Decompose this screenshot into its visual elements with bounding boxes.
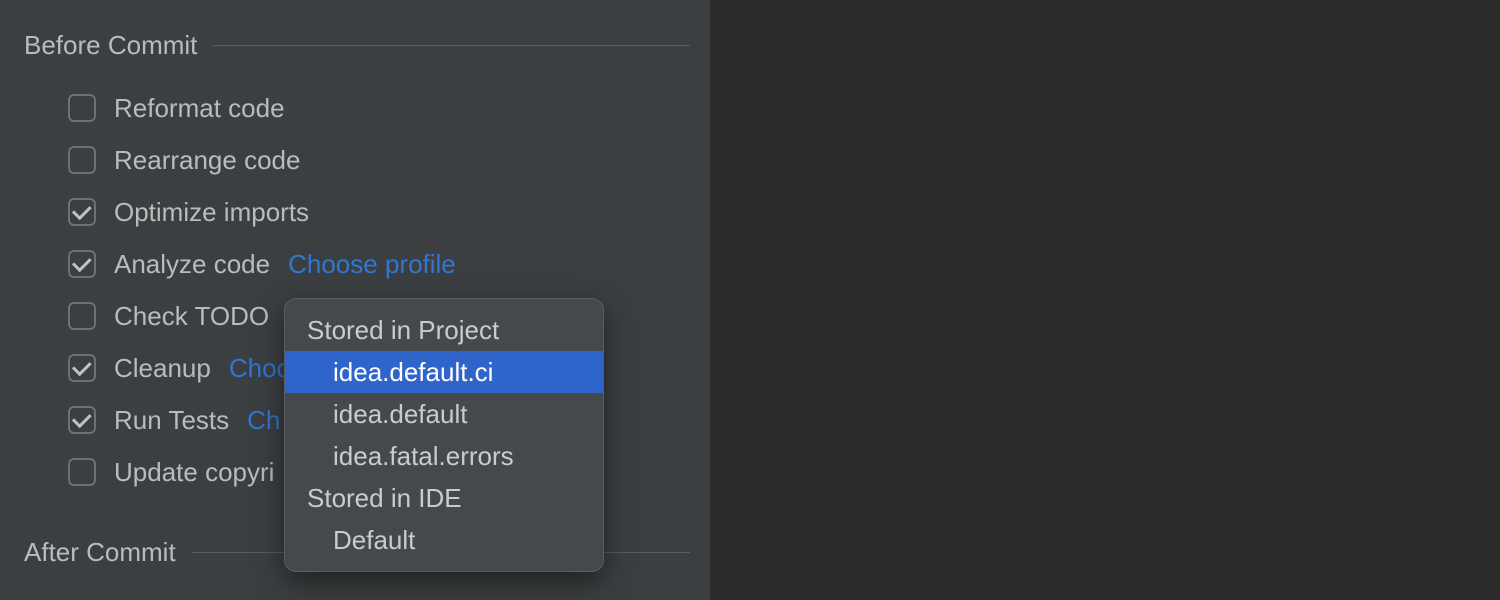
analyze-code-choose-profile-link[interactable]: Choose profile	[288, 249, 456, 280]
option-rearrange-code[interactable]: Rearrange code	[68, 145, 710, 175]
section-before-commit-label: Before Commit	[24, 30, 197, 61]
run-tests-choose-link[interactable]: Ch	[247, 405, 280, 436]
popup-item-idea-fatal-errors[interactable]: idea.fatal.errors	[285, 435, 603, 477]
popup-group-header-project: Stored in Project	[285, 309, 603, 351]
cleanup-choose-link[interactable]: Choo	[229, 353, 291, 384]
checkbox-analyze-code[interactable]	[68, 250, 96, 278]
option-reformat-code[interactable]: Reformat code	[68, 93, 710, 123]
option-label: Analyze code	[114, 249, 270, 280]
before-commit-panel: Before Commit Reformat code Rearrange co…	[0, 0, 710, 600]
popup-item-default[interactable]: Default	[285, 519, 603, 561]
divider	[213, 45, 690, 46]
option-label: Reformat code	[114, 93, 285, 124]
checkbox-run-tests[interactable]	[68, 406, 96, 434]
right-empty-panel	[710, 0, 1500, 600]
checkbox-check-todo[interactable]	[68, 302, 96, 330]
option-label: Cleanup	[114, 353, 211, 384]
section-after-commit-label: After Commit	[24, 537, 176, 568]
popup-item-idea-default-ci[interactable]: idea.default.ci	[285, 351, 603, 393]
popup-group-header-ide: Stored in IDE	[285, 477, 603, 519]
checkbox-optimize-imports[interactable]	[68, 198, 96, 226]
option-label: Optimize imports	[114, 197, 309, 228]
checkbox-rearrange-code[interactable]	[68, 146, 96, 174]
option-label: Check TODO	[114, 301, 269, 332]
option-label: Rearrange code	[114, 145, 300, 176]
option-label: Run Tests	[114, 405, 229, 436]
checkbox-reformat-code[interactable]	[68, 94, 96, 122]
option-analyze-code[interactable]: Analyze code Choose profile	[68, 249, 710, 279]
option-optimize-imports[interactable]: Optimize imports	[68, 197, 710, 227]
checkbox-update-copyright[interactable]	[68, 458, 96, 486]
choose-profile-popup: Stored in Project idea.default.ci idea.d…	[284, 298, 604, 572]
option-label: Update copyri	[114, 457, 274, 488]
section-before-commit: Before Commit	[24, 30, 710, 61]
popup-item-idea-default[interactable]: idea.default	[285, 393, 603, 435]
checkbox-cleanup[interactable]	[68, 354, 96, 382]
